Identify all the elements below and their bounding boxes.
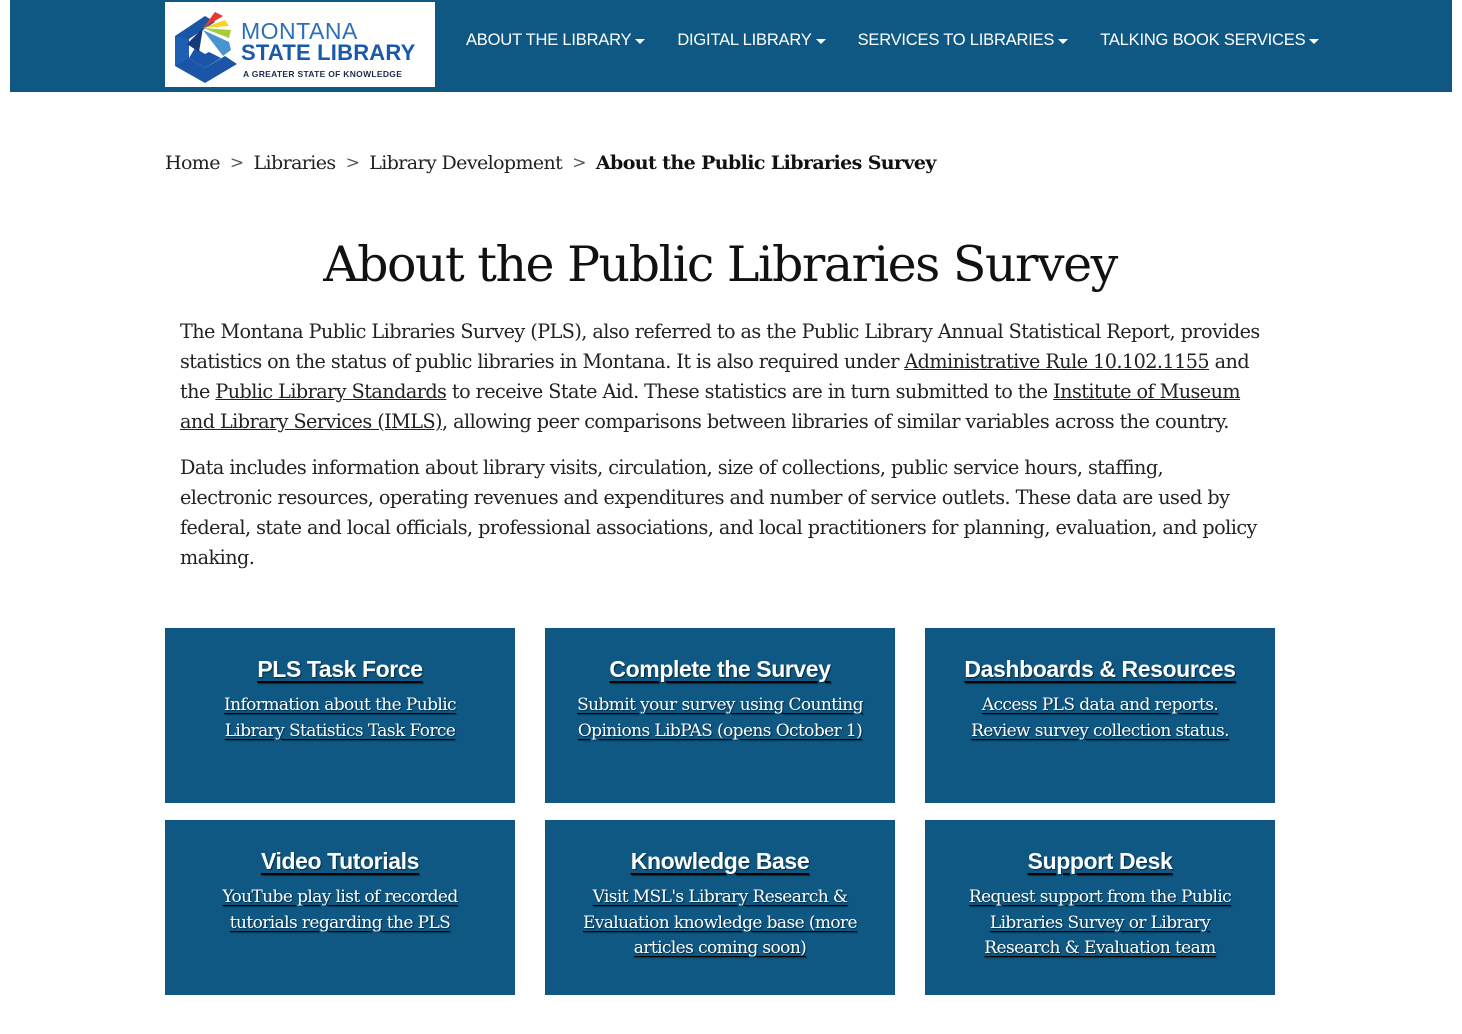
breadcrumb-current: About the Public Libraries Survey [595, 152, 937, 174]
tile-description: Request support from the Public Librarie… [968, 887, 1232, 958]
site-header: MONTANA STATE LIBRARY A GREATER STATE OF… [10, 0, 1452, 92]
caret-down-icon [815, 38, 826, 44]
tile-knowledge-base[interactable]: Knowledge Base Visit MSL's Library Resea… [545, 820, 895, 995]
logo-line1: MONTANA [241, 18, 358, 44]
nav-label: SERVICES TO LIBRARIES [857, 31, 1055, 49]
intro-paragraph-2: Data includes information about library … [180, 456, 1257, 569]
main-nav: ABOUT THE LIBRARY DIGITAL LIBRARY SERVIC… [466, 31, 1320, 50]
tile-support-desk[interactable]: Support Desk Request support from the Pu… [925, 820, 1275, 995]
breadcrumb-library-development[interactable]: Library Development [369, 152, 563, 174]
tile-pls-task-force[interactable]: PLS Task Force Information about the Pub… [165, 628, 515, 803]
tile-description: Submit your survey using Counting Opinio… [577, 695, 863, 741]
nav-label: DIGITAL LIBRARY [677, 31, 812, 49]
text: , allowing peer comparisons between libr… [442, 410, 1229, 433]
nav-label: ABOUT THE LIBRARY [466, 31, 632, 49]
tile-description: Access PLS data and reports. Review surv… [971, 695, 1229, 741]
page-title: About the Public Libraries Survey [323, 236, 1118, 293]
tile-title: Complete the Survey [609, 656, 831, 682]
tile-grid: PLS Task Force Information about the Pub… [165, 628, 1275, 995]
breadcrumb-separator: > [229, 153, 244, 173]
caret-down-icon [1309, 38, 1320, 44]
tile-title: PLS Task Force [257, 656, 423, 682]
administrative-rule-link[interactable]: Administrative Rule 10.102.1155 [904, 350, 1209, 373]
tile-description: Visit MSL's Library Research & Evaluatio… [582, 887, 858, 958]
breadcrumb-home[interactable]: Home [165, 152, 220, 174]
public-library-standards-link[interactable]: Public Library Standards [215, 380, 447, 403]
text: to receive State Aid. These statistics a… [446, 380, 1054, 403]
montana-state-library-logo-icon [175, 12, 237, 83]
tile-description: Information about the Public Library Sta… [224, 695, 457, 741]
nav-talking-book-services[interactable]: TALKING BOOK SERVICES [1100, 31, 1320, 50]
caret-down-icon [635, 38, 646, 44]
tile-video-tutorials[interactable]: Video Tutorials YouTube play list of rec… [165, 820, 515, 995]
nav-digital-library[interactable]: DIGITAL LIBRARY [677, 31, 826, 50]
logo-text: MONTANA STATE LIBRARY A GREATER STATE OF… [241, 18, 416, 80]
nav-label: TALKING BOOK SERVICES [1100, 31, 1306, 49]
tile-title: Dashboards & Resources [964, 656, 1236, 682]
tile-title: Video Tutorials [260, 848, 419, 874]
nav-about-the-library[interactable]: ABOUT THE LIBRARY [466, 31, 646, 50]
site-logo[interactable]: MONTANA STATE LIBRARY A GREATER STATE OF… [165, 2, 435, 87]
caret-down-icon [1058, 38, 1069, 44]
intro-text: The Montana Public Libraries Survey (PLS… [180, 317, 1260, 573]
logo-tagline: A GREATER STATE OF KNOWLEDGE [243, 69, 403, 79]
breadcrumb: Home > Libraries > Library Development >… [165, 152, 936, 174]
tile-dashboards-resources[interactable]: Dashboards & Resources Access PLS data a… [925, 628, 1275, 803]
tile-complete-the-survey[interactable]: Complete the Survey Submit your survey u… [545, 628, 895, 803]
breadcrumb-libraries[interactable]: Libraries [254, 152, 337, 174]
breadcrumb-separator: > [345, 153, 360, 173]
intro-paragraph-1: The Montana Public Libraries Survey (PLS… [180, 317, 1260, 437]
tile-description: YouTube play list of recorded tutorials … [222, 887, 458, 933]
breadcrumb-separator: > [572, 153, 586, 173]
tile-title: Knowledge Base [630, 848, 810, 874]
tile-title: Support Desk [1027, 848, 1173, 874]
nav-services-to-libraries[interactable]: SERVICES TO LIBRARIES [858, 31, 1069, 50]
logo-line2: STATE LIBRARY [241, 40, 416, 65]
